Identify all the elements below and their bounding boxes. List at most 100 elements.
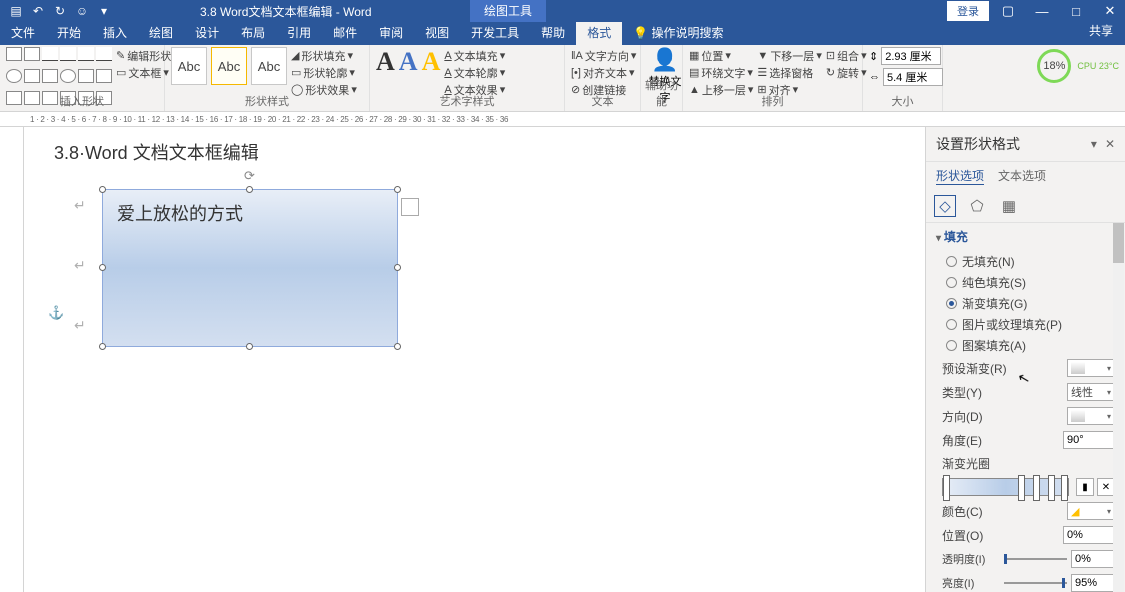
tab-layout[interactable]: 布局 bbox=[230, 22, 276, 45]
color-dropdown[interactable]: ◢▾ bbox=[1067, 502, 1115, 520]
direction-dropdown[interactable]: ▾ bbox=[1067, 407, 1115, 425]
ribbon-tabs: 文件 开始 插入 绘图 设计 布局 引用 邮件 审阅 视图 开发工具 帮助 格式… bbox=[0, 22, 1125, 45]
vertical-ruler[interactable] bbox=[0, 127, 24, 592]
gradient-stops-bar[interactable] bbox=[942, 478, 1069, 496]
shape-fill-button[interactable]: ◢ 形状填充 ▾ bbox=[291, 47, 357, 64]
fill-section[interactable]: 填充 bbox=[936, 228, 1115, 245]
wrap-text-button[interactable]: ▤ 环绕文字 ▾ bbox=[689, 64, 753, 81]
pane-scrollbar[interactable] bbox=[1113, 223, 1124, 592]
tab-draw[interactable]: 绘图 bbox=[138, 22, 184, 45]
position-button[interactable]: ▦ 位置 ▾ bbox=[689, 47, 753, 64]
group-label: 插入形状 bbox=[0, 93, 164, 109]
fill-line-icon[interactable]: ◇ bbox=[934, 195, 956, 217]
brightness-slider[interactable] bbox=[1004, 582, 1067, 584]
tab-mailings[interactable]: 邮件 bbox=[322, 22, 368, 45]
send-backward-button[interactable]: ▼ 下移一层 ▾ bbox=[757, 47, 821, 64]
width-input[interactable] bbox=[883, 68, 943, 86]
color-label: 颜色(C) bbox=[942, 503, 983, 520]
selection-pane-button[interactable]: ☰ 选择窗格 bbox=[757, 64, 821, 81]
minimize-icon[interactable]: — bbox=[1027, 0, 1057, 22]
resize-handle[interactable] bbox=[99, 186, 106, 193]
paragraph-mark: ↵ bbox=[74, 197, 86, 214]
paragraph-mark: ↵ bbox=[74, 257, 86, 274]
tell-me[interactable]: 💡 操作说明搜索 bbox=[622, 22, 734, 45]
qat-more-icon[interactable]: ▾ bbox=[94, 1, 114, 21]
angle-input[interactable] bbox=[1063, 431, 1115, 449]
align-text-button[interactable]: [•] 对齐文本 ▾ bbox=[571, 64, 634, 81]
position-input[interactable] bbox=[1063, 526, 1115, 544]
layout-options-icon[interactable] bbox=[401, 198, 419, 216]
resize-handle[interactable] bbox=[99, 343, 106, 350]
ribbon: ✎ 编辑形状 ▾ ▭ 文本框 ▾ 插入形状 Abc Abc Abc ◢ 形状填充… bbox=[0, 45, 1125, 112]
preset-gradient-label: 预设渐变(R) bbox=[942, 360, 1007, 377]
shape-outline-button[interactable]: ▭ 形状轮廓 ▾ bbox=[291, 64, 357, 81]
gradient-stops-label: 渐变光圈 bbox=[936, 452, 1115, 475]
tab-developer[interactable]: 开发工具 bbox=[460, 22, 530, 45]
resize-handle[interactable] bbox=[394, 186, 401, 193]
rotate-handle[interactable]: ⟳ bbox=[244, 168, 255, 184]
group-button[interactable]: ⊡ 组合 ▾ bbox=[826, 47, 867, 64]
text-outline-button[interactable]: A 文本轮廓 ▾ bbox=[444, 64, 505, 81]
tab-review[interactable]: 审阅 bbox=[368, 22, 414, 45]
add-stop-icon[interactable]: ▮ bbox=[1076, 478, 1094, 496]
quick-access-toolbar: ▤ ↶ ↻ ☺ ▾ bbox=[0, 1, 120, 21]
share-button[interactable]: 共享 bbox=[1077, 22, 1125, 45]
text-direction-button[interactable]: ‖A 文字方向 ▾ bbox=[571, 47, 634, 64]
height-input[interactable] bbox=[881, 47, 941, 65]
group-label: 辅助功能 bbox=[641, 77, 682, 109]
radio-solid-fill[interactable]: 纯色填充(S) bbox=[936, 272, 1115, 293]
radio-pattern-fill[interactable]: 图案填充(A) bbox=[936, 335, 1115, 356]
tab-home[interactable]: 开始 bbox=[46, 22, 92, 45]
radio-picture-fill[interactable]: 图片或纹理填充(P) bbox=[936, 314, 1115, 335]
tab-file[interactable]: 文件 bbox=[0, 22, 46, 45]
brightness-input[interactable] bbox=[1071, 574, 1115, 592]
tab-design[interactable]: 设计 bbox=[184, 22, 230, 45]
effects-icon[interactable]: ⬠ bbox=[966, 195, 988, 217]
login-button[interactable]: 登录 bbox=[947, 1, 989, 21]
textbox-text[interactable]: 爱上放松的方式 bbox=[117, 200, 383, 226]
radio-gradient-fill[interactable]: 渐变填充(G) bbox=[936, 293, 1115, 314]
style-preset[interactable]: Abc bbox=[171, 47, 207, 85]
group-accessibility: 👤 替换文字 辅助功能 bbox=[641, 45, 683, 111]
resize-handle[interactable] bbox=[246, 343, 253, 350]
tab-format[interactable]: 格式 bbox=[576, 22, 622, 45]
context-tab: 绘图工具 bbox=[470, 0, 546, 22]
horizontal-ruler[interactable]: 1 · 2 · 3 · 4 · 5 · 6 · 7 · 8 · 9 · 10 ·… bbox=[0, 112, 1125, 127]
document-canvas[interactable]: 3.8·Word 文档文本框编辑 ⚓ ↵ ↵ ↵ 爱上放松的方式 ⟳ bbox=[24, 127, 925, 592]
textbox-shape[interactable]: 爱上放松的方式 ⟳ bbox=[102, 189, 398, 347]
tab-text-options[interactable]: 文本选项 bbox=[998, 167, 1046, 185]
transparency-slider[interactable] bbox=[1004, 558, 1067, 560]
gradient-type-dropdown[interactable]: 线性▾ bbox=[1067, 383, 1115, 401]
touch-icon[interactable]: ☺ bbox=[72, 1, 92, 21]
percent-indicator[interactable]: 18% bbox=[1037, 49, 1071, 83]
format-shape-pane: 设置形状格式 ▾ ✕ 形状选项 文本选项 ◇ ⬠ ▦ 填充 无填充(N) 纯色填… bbox=[925, 127, 1125, 592]
document-heading: 3.8·Word 文档文本框编辑 bbox=[54, 139, 895, 165]
tab-references[interactable]: 引用 bbox=[276, 22, 322, 45]
resize-handle[interactable] bbox=[246, 186, 253, 193]
resize-handle[interactable] bbox=[394, 343, 401, 350]
group-label: 形状样式 bbox=[165, 93, 369, 109]
save-icon[interactable]: ▤ bbox=[6, 1, 26, 21]
direction-label: 方向(D) bbox=[942, 408, 983, 425]
style-preset[interactable]: Abc bbox=[251, 47, 287, 85]
tab-insert[interactable]: 插入 bbox=[92, 22, 138, 45]
pane-close-icon[interactable]: ✕ bbox=[1105, 137, 1115, 151]
close-icon[interactable]: ✕ bbox=[1095, 0, 1125, 22]
transparency-input[interactable] bbox=[1071, 550, 1115, 568]
rotate-button[interactable]: ↻ 旋转 ▾ bbox=[826, 64, 867, 81]
undo-icon[interactable]: ↶ bbox=[28, 1, 48, 21]
pane-dropdown-icon[interactable]: ▾ bbox=[1091, 137, 1097, 151]
style-preset[interactable]: Abc bbox=[211, 47, 247, 85]
tab-help[interactable]: 帮助 bbox=[530, 22, 576, 45]
resize-handle[interactable] bbox=[99, 264, 106, 271]
text-fill-button[interactable]: A 文本填充 ▾ bbox=[444, 47, 505, 64]
tab-view[interactable]: 视图 bbox=[414, 22, 460, 45]
resize-handle[interactable] bbox=[394, 264, 401, 271]
maximize-icon[interactable]: □ bbox=[1061, 0, 1091, 22]
ribbon-options-icon[interactable]: ▢ bbox=[993, 0, 1023, 22]
radio-no-fill[interactable]: 无填充(N) bbox=[936, 251, 1115, 272]
tab-shape-options[interactable]: 形状选项 bbox=[936, 167, 984, 185]
preset-gradient-dropdown[interactable]: ▾ bbox=[1067, 359, 1115, 377]
redo-icon[interactable]: ↻ bbox=[50, 1, 70, 21]
layout-icon[interactable]: ▦ bbox=[998, 195, 1020, 217]
